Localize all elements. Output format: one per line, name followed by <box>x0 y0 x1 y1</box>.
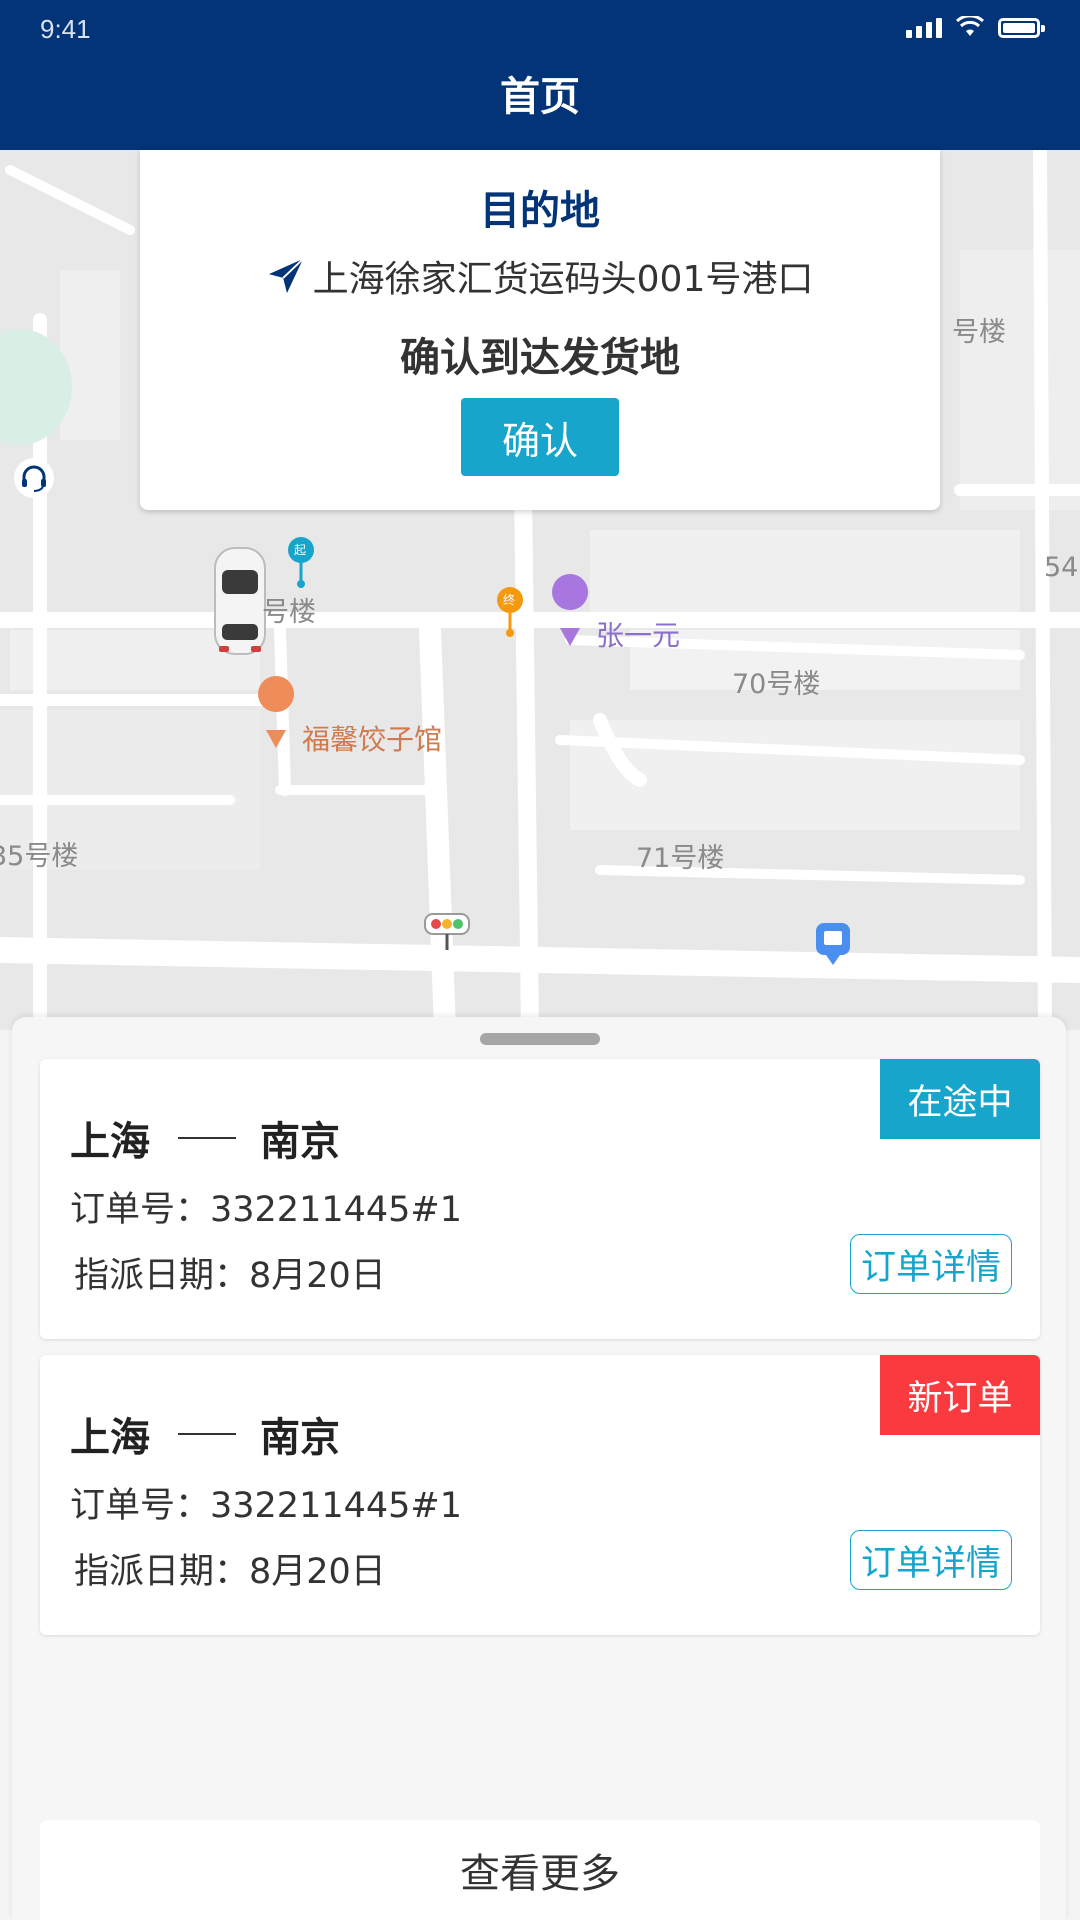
poi-restaurant-label[interactable]: 福馨饺子馆 <box>302 718 442 758</box>
signal-icon <box>906 16 942 38</box>
confirm-arrival-button[interactable]: 确认 <box>461 398 619 476</box>
map-label-building-right: 号楼 <box>952 317 1006 348</box>
start-marker-label: 起 <box>294 543 307 557</box>
orders-sheet: 上海 南京 订单号：332211445#1 指派日期：8月20日 在途中 订单详… <box>12 1017 1066 1920</box>
route-to: 南京 <box>260 1415 340 1461</box>
map-label-building-35: 35号楼 <box>0 841 79 872</box>
customer-service-button[interactable] <box>14 458 54 498</box>
map-label-building: 号楼 <box>262 597 316 628</box>
destination-address-row: 上海徐家汇货运码头001号港口 <box>140 250 940 302</box>
order-route: 上海 南京 <box>70 1109 340 1167</box>
view-more-button[interactable]: 查看更多 <box>40 1820 1040 1920</box>
map-label-building-71: 71号楼 <box>636 843 725 874</box>
destination-title: 目的地 <box>480 188 600 234</box>
route-divider <box>178 1433 236 1435</box>
app-header: 9:41 首页 <box>0 0 1080 150</box>
status-badge: 新订单 <box>880 1355 1040 1435</box>
sheet-drag-handle[interactable] <box>480 1033 600 1045</box>
route-to: 南京 <box>260 1119 340 1165</box>
route-divider <box>178 1137 236 1139</box>
destination-card: 目的地 上海徐家汇货运码头001号港口 确认到达发货地 确认 <box>140 150 940 510</box>
end-marker-label: 终 <box>503 593 516 607</box>
order-number: 订单号：332211445#1 <box>70 1190 463 1230</box>
order-card[interactable]: 上海 南京 订单号：332211445#1 指派日期：8月20日 在途中 订单详… <box>40 1059 1040 1339</box>
navigation-arrow-icon <box>268 258 304 294</box>
order-assign-date: 指派日期：8月20日 <box>74 1552 386 1592</box>
order-detail-button[interactable]: 订单详情 <box>850 1234 1012 1294</box>
headset-icon <box>22 465 46 492</box>
vehicle-icon <box>214 547 266 655</box>
wifi-icon <box>956 16 984 36</box>
battery-icon <box>998 18 1045 38</box>
page-title: 首页 <box>500 74 580 120</box>
destination-address: 上海徐家汇货运码头001号港口 <box>312 259 814 300</box>
poi-shop-label[interactable]: 张一元 <box>596 614 680 654</box>
status-icons <box>906 16 1045 38</box>
order-detail-button[interactable]: 订单详情 <box>850 1530 1012 1590</box>
status-badge: 在途中 <box>880 1059 1040 1139</box>
order-card[interactable]: 上海 南京 订单号：332211445#1 指派日期：8月20日 新订单 订单详… <box>40 1355 1040 1635</box>
arrival-prompt: 确认到达发货地 <box>400 335 680 381</box>
order-number: 订单号：332211445#1 <box>70 1486 463 1526</box>
order-route: 上海 南京 <box>70 1405 340 1463</box>
map-label-building-70: 70号楼 <box>732 669 821 700</box>
status-time: 9:41 <box>40 14 91 44</box>
route-from: 上海 <box>70 1415 150 1461</box>
order-assign-date: 指派日期：8月20日 <box>74 1256 386 1296</box>
map-label-54: 54 <box>1044 552 1079 583</box>
route-from: 上海 <box>70 1119 150 1165</box>
